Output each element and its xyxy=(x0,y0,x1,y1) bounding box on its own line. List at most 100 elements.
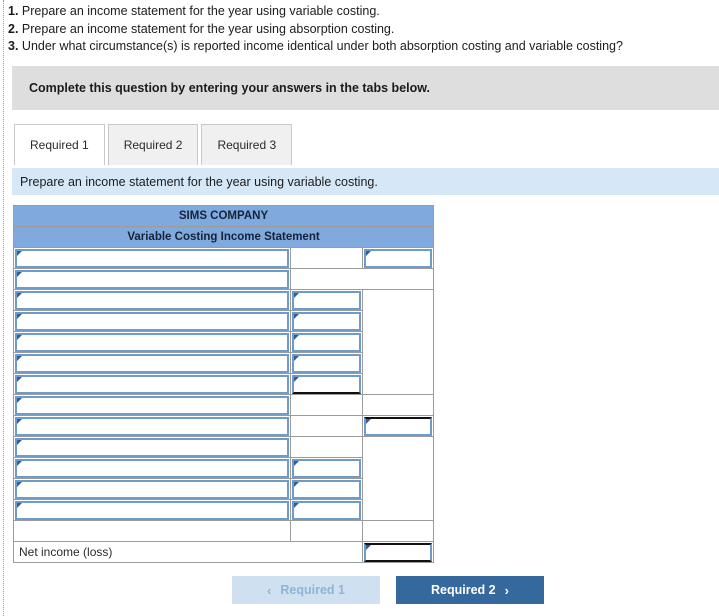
net-income-label: Net income (loss) xyxy=(19,545,113,559)
label-input[interactable] xyxy=(15,395,289,415)
amount-input[interactable] xyxy=(364,416,433,436)
statement-title-header: Variable Costing Income Statement xyxy=(12,226,435,248)
row-amount1-cell xyxy=(290,289,363,311)
row-amount2-spacer-cell xyxy=(361,436,435,521)
row-amount2-spacer-cell xyxy=(361,289,435,395)
question-number: 3. xyxy=(8,39,19,53)
amount-input[interactable] xyxy=(292,353,361,373)
tab-instruction-text: Prepare an income statement for the year… xyxy=(20,174,378,189)
row-amount-merged-cell xyxy=(289,268,435,290)
label-input[interactable] xyxy=(15,479,289,499)
tab-required-3-label: Required 3 xyxy=(217,138,277,152)
required-tab-bar: Required 1 Required 2 Required 3 xyxy=(14,124,295,165)
row-label-cell xyxy=(13,436,291,458)
label-input[interactable] xyxy=(15,416,289,436)
net-income-input[interactable] xyxy=(364,542,433,562)
amount-input[interactable] xyxy=(364,248,433,268)
row-amount2-cell xyxy=(361,415,435,437)
tab-required-3[interactable]: Required 3 xyxy=(201,124,293,165)
net-income-amount-cell xyxy=(361,541,435,563)
table-row xyxy=(13,247,435,269)
left-margin-rule xyxy=(3,0,4,616)
row-amount2-cell xyxy=(361,247,435,269)
amount-input[interactable] xyxy=(292,479,361,499)
label-input[interactable] xyxy=(15,311,289,331)
row-label-cell xyxy=(13,499,291,521)
tab-required-2-label: Required 2 xyxy=(123,138,183,152)
row-amount1-cell xyxy=(290,457,363,479)
row-label-cell xyxy=(13,352,291,374)
table-row xyxy=(13,394,435,416)
row-label-cell xyxy=(13,394,291,416)
prev-required-button[interactable]: ‹ Required 1 xyxy=(232,576,380,604)
question-text: Under what circumstance(s) is reported i… xyxy=(21,39,623,53)
row-amount1-cell xyxy=(290,352,363,374)
row-amount1-cell xyxy=(290,310,363,332)
question-text: Prepare an income statement for the year… xyxy=(21,4,380,18)
tab-required-1-label: Required 1 xyxy=(30,138,89,152)
net-income-label-cell: Net income (loss) xyxy=(13,541,363,563)
row-amount2-cell xyxy=(361,394,435,416)
tab-instruction-bar: Prepare an income statement for the year… xyxy=(12,168,719,195)
row-amount1-cell xyxy=(290,415,363,437)
row-label-cell xyxy=(13,331,291,353)
exercise-page: 1. Prepare an income statement for the y… xyxy=(0,0,719,616)
row-amount1-cell xyxy=(290,520,363,542)
row-label-cell xyxy=(13,520,291,542)
row-amount1-cell xyxy=(290,247,363,269)
row-label-cell xyxy=(13,478,291,500)
instruction-banner-text: Complete this question by entering your … xyxy=(29,81,430,95)
question-number: 2. xyxy=(8,21,19,36)
question-text: Prepare an income statement for the year… xyxy=(21,21,395,36)
company-name-header: SIMS COMPANY xyxy=(12,205,435,227)
table-header-row: Variable Costing Income Statement xyxy=(12,226,435,248)
income-statement-table: SIMS COMPANY Variable Costing Income Sta… xyxy=(12,205,435,563)
row-amount1-cell xyxy=(290,394,363,416)
question-item: 2. Prepare an income statement for the y… xyxy=(8,21,714,39)
tab-required-2[interactable]: Required 2 xyxy=(107,124,199,165)
row-label-cell xyxy=(13,457,291,479)
tab-required-1[interactable]: Required 1 xyxy=(14,124,105,165)
label-input[interactable] xyxy=(15,290,289,310)
table-header-row: SIMS COMPANY xyxy=(12,205,435,227)
amount-input[interactable] xyxy=(292,500,361,520)
chevron-right-icon: › xyxy=(504,582,509,598)
amount-input[interactable] xyxy=(292,332,361,352)
row-label-cell xyxy=(13,268,291,290)
row-amount1-cell xyxy=(290,499,363,521)
row-label-cell xyxy=(13,289,291,311)
row-label-cell xyxy=(13,415,291,437)
question-list: 1. Prepare an income statement for the y… xyxy=(8,3,714,56)
instruction-banner: Complete this question by entering your … xyxy=(12,66,719,110)
label-input[interactable] xyxy=(15,458,289,478)
row-amount2-cell xyxy=(361,520,435,542)
amount-input[interactable] xyxy=(292,374,361,394)
row-label-cell xyxy=(13,373,291,395)
row-amount1-cell xyxy=(290,331,363,353)
table-row xyxy=(13,415,435,437)
label-input[interactable] xyxy=(15,353,289,373)
table-row xyxy=(13,289,435,395)
next-required-button[interactable]: Required 2 › xyxy=(396,576,544,604)
label-input[interactable] xyxy=(15,332,289,352)
next-required-label: Required 2 xyxy=(431,583,496,597)
amount-input[interactable] xyxy=(292,290,361,310)
row-amount1-cell xyxy=(290,373,363,395)
table-row xyxy=(13,520,435,542)
row-amount1-cell xyxy=(290,478,363,500)
label-input[interactable] xyxy=(15,248,289,268)
question-item: 1. Prepare an income statement for the y… xyxy=(8,3,714,21)
row-label-cell xyxy=(13,247,291,269)
amount-input[interactable] xyxy=(292,458,361,478)
amount-input[interactable] xyxy=(292,311,361,331)
row-label-cell xyxy=(13,310,291,332)
table-row xyxy=(13,268,435,290)
net-income-row: Net income (loss) xyxy=(13,541,435,563)
row-amount1-cell xyxy=(290,436,363,458)
question-item: 3. Under what circumstance(s) is reporte… xyxy=(8,38,714,56)
label-input[interactable] xyxy=(15,500,289,520)
table-row xyxy=(13,436,435,521)
label-input[interactable] xyxy=(15,374,289,394)
label-input[interactable] xyxy=(15,269,289,289)
label-input[interactable] xyxy=(15,437,289,457)
